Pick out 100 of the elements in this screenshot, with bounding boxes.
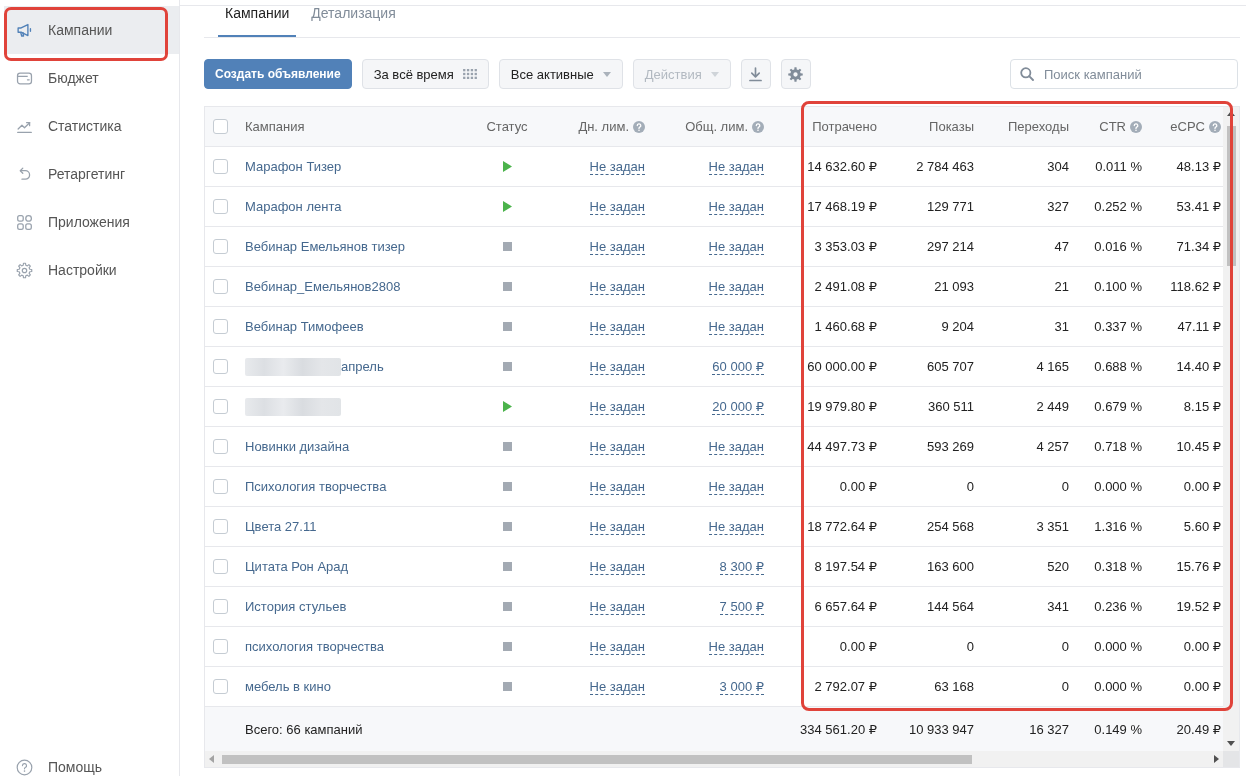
- tab[interactable]: Кампании: [218, 6, 297, 37]
- limit-link[interactable]: Не задан: [589, 558, 645, 575]
- limit-link[interactable]: Не задан: [589, 358, 645, 375]
- total-ctr-value: 0.149 %: [1094, 721, 1142, 737]
- limit-link[interactable]: 20 000 ₽: [712, 398, 764, 415]
- limit-link[interactable]: 60 000 ₽: [712, 358, 764, 375]
- help-icon[interactable]: [633, 120, 645, 133]
- limit-link[interactable]: Не задан: [589, 278, 645, 295]
- limit-link[interactable]: Не задан: [708, 438, 764, 455]
- limit-link[interactable]: 3 000 ₽: [719, 678, 764, 695]
- limit-link[interactable]: Не задан: [589, 518, 645, 535]
- campaign-link[interactable]: Цитата Рон Арад: [245, 559, 349, 574]
- scroll-right-icon[interactable]: [1214, 755, 1219, 763]
- row-checkbox[interactable]: [213, 559, 228, 574]
- limit-link[interactable]: Не задан: [589, 398, 645, 415]
- campaign-link[interactable]: Вебинар Емельянов тизер: [245, 239, 405, 254]
- ctr-value: 0.688 %: [1094, 359, 1142, 374]
- row-checkbox[interactable]: [213, 399, 228, 414]
- settings-button[interactable]: [780, 59, 811, 89]
- status-filter-dropdown[interactable]: Все активные: [498, 59, 623, 89]
- tab[interactable]: Детализация: [304, 6, 403, 37]
- horizontal-scrollbar[interactable]: [205, 751, 1223, 767]
- limit-link[interactable]: Не задан: [589, 478, 645, 495]
- limit-link[interactable]: Не задан: [589, 678, 645, 695]
- row-checkbox[interactable]: [213, 359, 228, 374]
- limit-link[interactable]: Не задан: [708, 238, 764, 255]
- row-checkbox[interactable]: [213, 599, 228, 614]
- campaign-link[interactable]: История стульев: [245, 599, 347, 614]
- limit-link[interactable]: Не задан: [589, 198, 645, 215]
- spent-value: 60 000.00 ₽: [807, 359, 877, 374]
- limit-link[interactable]: Не задан: [589, 598, 645, 615]
- select-all-checkbox[interactable]: [213, 119, 228, 134]
- sidebar-item[interactable]: Кампании: [4, 6, 179, 54]
- sidebar-item[interactable]: Приложения: [4, 198, 179, 246]
- spent-value: 44 497.73 ₽: [807, 439, 877, 454]
- row-checkbox[interactable]: [213, 279, 228, 294]
- sidebar-item[interactable]: Настройки: [4, 246, 179, 294]
- campaign-link[interactable]: психология творчества: [245, 639, 385, 654]
- row-checkbox[interactable]: [213, 519, 228, 534]
- row-checkbox[interactable]: [213, 639, 228, 654]
- campaign-link[interactable]: Вебинар Тимофеев: [245, 319, 364, 334]
- download-button[interactable]: [740, 59, 771, 89]
- row-checkbox[interactable]: [213, 239, 228, 254]
- row-checkbox[interactable]: [213, 439, 228, 454]
- row-checkbox[interactable]: [213, 199, 228, 214]
- limit-link[interactable]: Не задан: [708, 318, 764, 335]
- limit-link[interactable]: Не задан: [708, 638, 764, 655]
- campaign-link[interactable]: Марафон Тизер: [245, 159, 342, 174]
- help-link[interactable]: Помощь: [0, 758, 179, 776]
- limit-link[interactable]: Не задан: [708, 478, 764, 495]
- limit-link[interactable]: Не задан: [708, 198, 764, 215]
- limit-link[interactable]: Не задан: [708, 278, 764, 295]
- scroll-left-icon[interactable]: [209, 755, 214, 763]
- campaign-link[interactable]: мебель в кино: [245, 679, 331, 694]
- scrollbar-thumb[interactable]: [1226, 126, 1236, 266]
- help-icon[interactable]: [1209, 120, 1221, 133]
- total-label: Всего: 66 кампаний: [245, 721, 363, 737]
- help-icon[interactable]: [1130, 120, 1142, 133]
- gear-icon: [788, 66, 804, 82]
- ctr-value: 0.337 %: [1094, 319, 1142, 334]
- clicks-value: 0: [1061, 679, 1069, 694]
- help-icon[interactable]: [752, 120, 764, 133]
- sidebar-item[interactable]: Ретаргетинг: [4, 150, 179, 198]
- campaign-link[interactable]: Цвета 27.11: [245, 519, 317, 534]
- spent-value: 2 792.07 ₽: [814, 679, 877, 694]
- limit-link[interactable]: Не задан: [708, 158, 764, 175]
- limit-link[interactable]: Не задан: [589, 158, 645, 175]
- campaign-link[interactable]: Психология творчества: [245, 479, 387, 494]
- caret-icon: [710, 71, 719, 77]
- limit-link[interactable]: 7 500 ₽: [719, 598, 764, 615]
- campaign-link[interactable]: Новинки дизайна: [245, 439, 350, 454]
- search-field[interactable]: Поиск кампаний: [1010, 59, 1238, 89]
- row-checkbox[interactable]: [213, 319, 228, 334]
- sidebar-item[interactable]: Статистика: [4, 102, 179, 150]
- clicks-value: 341: [1047, 599, 1069, 614]
- ecpc-value: 5.60 ₽: [1183, 519, 1221, 534]
- spent-value: 3 353.03 ₽: [814, 239, 877, 254]
- scroll-up-icon[interactable]: [1227, 111, 1235, 116]
- limit-link[interactable]: Не задан: [589, 318, 645, 335]
- limit-link[interactable]: Не задан: [589, 438, 645, 455]
- scroll-down-icon[interactable]: [1227, 741, 1235, 746]
- limit-link[interactable]: Не задан: [589, 638, 645, 655]
- campaign-link[interactable]: Марафон лента: [245, 199, 342, 214]
- scrollbar-thumb[interactable]: [222, 754, 972, 764]
- row-checkbox[interactable]: [213, 679, 228, 694]
- period-button[interactable]: За всё время: [361, 59, 489, 89]
- campaign-link[interactable]: апрель: [341, 359, 384, 374]
- row-checkbox[interactable]: [213, 159, 228, 174]
- limit-link[interactable]: Не задан: [708, 518, 764, 535]
- clicks-value: 0: [1061, 639, 1069, 654]
- limit-link[interactable]: 8 300 ₽: [719, 558, 764, 575]
- sidebar-item[interactable]: Бюджет: [4, 54, 179, 102]
- impressions-value: 297 214: [927, 239, 974, 254]
- campaign-link[interactable]: Вебинар_Емельянов2808: [245, 279, 401, 294]
- ecpc-value: 14.40 ₽: [1176, 359, 1221, 374]
- row-checkbox[interactable]: [213, 479, 228, 494]
- limit-link[interactable]: Не задан: [589, 238, 645, 255]
- create-ad-button[interactable]: Создать объявление: [204, 59, 352, 89]
- ctr-value: 0.679 %: [1094, 399, 1142, 414]
- impressions-value: 593 269: [927, 439, 974, 454]
